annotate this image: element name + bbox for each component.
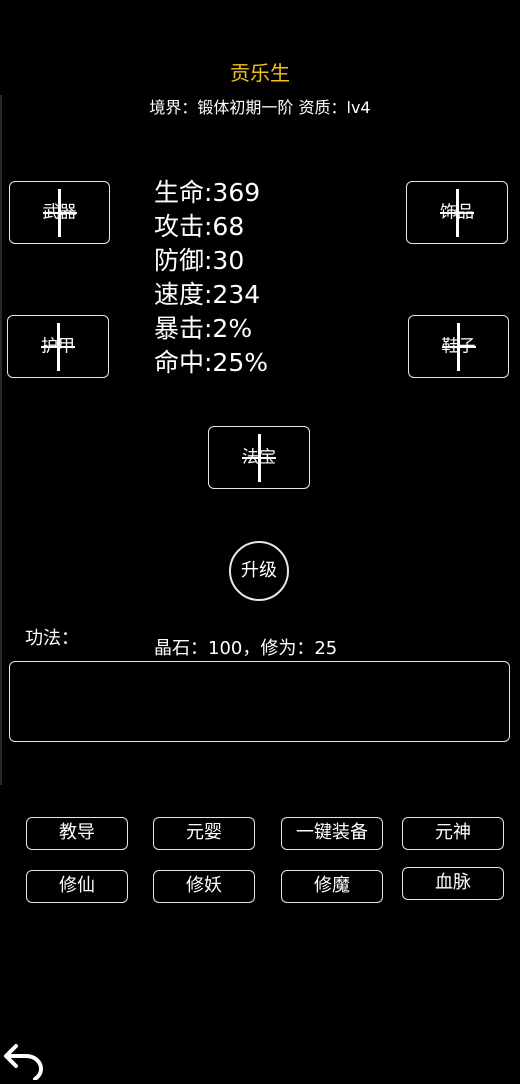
empty-slot-marker-icon: [457, 322, 460, 371]
skills-list-box[interactable]: [9, 661, 510, 742]
stat-speed: 速度:234: [154, 280, 261, 309]
treasure-slot[interactable]: 法宝: [208, 426, 310, 489]
left-edge-divider: [0, 95, 2, 785]
empty-slot-marker-icon: [56, 322, 60, 371]
bloodline-button[interactable]: 血脉: [402, 867, 504, 900]
resources-line: 晶石：100，修为：25: [154, 638, 338, 659]
weapon-slot[interactable]: 武器: [9, 181, 110, 244]
empty-slot-marker-icon: [58, 188, 61, 237]
back-arrow-icon[interactable]: [2, 1036, 46, 1081]
cultivate-devil-button[interactable]: 修魔: [281, 870, 383, 903]
cultivate-demon-button[interactable]: 修妖: [153, 870, 255, 903]
cultivate-immortal-button[interactable]: 修仙: [26, 870, 128, 903]
skills-label: 功法：: [25, 628, 79, 649]
realm-aptitude-line: 境界：锻体初期一阶 资质：lv4: [149, 98, 371, 117]
empty-slot-marker-icon: [455, 188, 459, 237]
accessory-slot[interactable]: 饰品: [406, 181, 508, 244]
armor-slot[interactable]: 护甲: [7, 315, 109, 378]
stat-defense: 防御:30: [154, 246, 245, 275]
shoes-slot[interactable]: 鞋子: [408, 315, 509, 378]
stat-hit: 命中:25%: [154, 348, 268, 377]
stat-hp: 生命:369: [154, 178, 261, 207]
character-name: 贡乐生: [230, 61, 290, 85]
stats-panel: 生命:369 攻击:68 防御:30 速度:234 暴击:2% 命中:25%: [154, 176, 268, 380]
stat-attack: 攻击:68: [154, 212, 245, 241]
teach-button[interactable]: 教导: [26, 817, 128, 850]
primal-spirit-button[interactable]: 元神: [402, 817, 504, 850]
stat-crit: 暴击:2%: [154, 314, 253, 343]
nascent-soul-button[interactable]: 元婴: [153, 817, 255, 850]
upgrade-button[interactable]: 升级: [229, 541, 289, 601]
empty-slot-marker-icon: [257, 433, 261, 482]
auto-equip-button[interactable]: 一键装备: [281, 817, 383, 850]
